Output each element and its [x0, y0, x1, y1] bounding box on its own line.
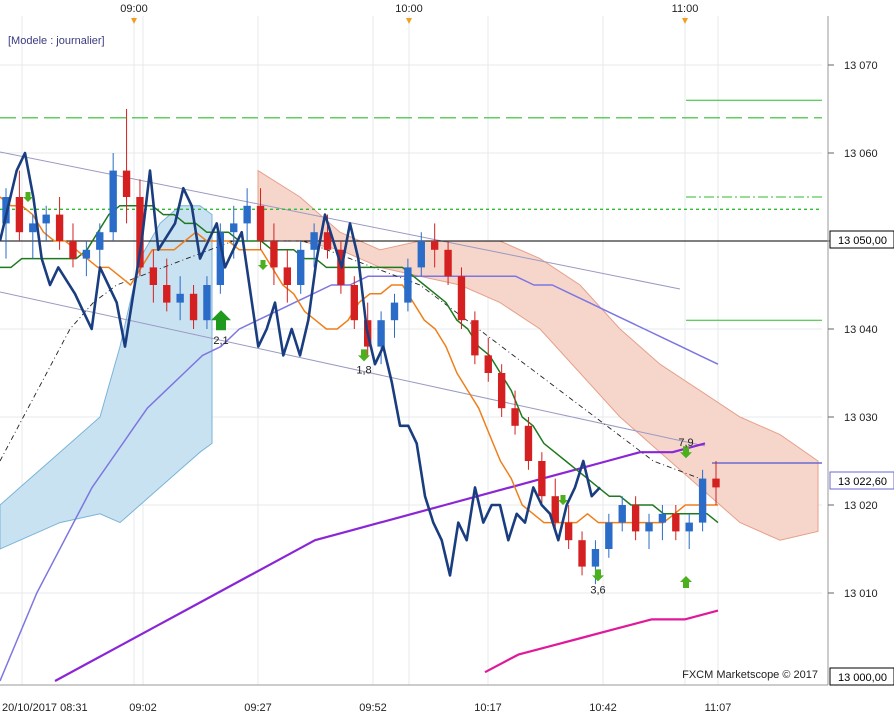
- candle-body[interactable]: [564, 522, 573, 541]
- candle-body[interactable]: [15, 197, 24, 233]
- time-label: 09:27: [244, 702, 272, 714]
- candle-body[interactable]: [497, 373, 506, 409]
- candle-body[interactable]: [698, 478, 707, 523]
- candle-body[interactable]: [256, 205, 265, 241]
- candle-body[interactable]: [109, 170, 117, 233]
- price-tick-label: 13 010: [844, 588, 878, 600]
- candle-body[interactable]: [404, 267, 412, 303]
- candle-body[interactable]: [444, 249, 452, 277]
- candle-body[interactable]: [82, 249, 91, 259]
- candle-body[interactable]: [578, 540, 586, 567]
- price-chart[interactable]: 2,1 1,8 3,6 7,9 09:00 10:00 11:00 [Modele :…: [0, 0, 894, 720]
- signal-label: 7,9: [678, 437, 693, 449]
- top-time-label: 09:00: [120, 3, 148, 15]
- top-time-label: 11:00: [672, 3, 699, 15]
- time-label: 09:02: [129, 702, 157, 714]
- signal-label: 2,1: [213, 335, 228, 347]
- candle-body[interactable]: [55, 214, 64, 241]
- candle-body[interactable]: [310, 232, 318, 250]
- price-tick-label: 13 060: [844, 148, 878, 160]
- price-tick-label: 13 030: [844, 412, 878, 424]
- candle-body[interactable]: [189, 293, 198, 321]
- signal-label: 3,6: [590, 584, 605, 596]
- candle-body[interactable]: [631, 505, 640, 532]
- time-label: 11:07: [705, 702, 732, 714]
- candle-body[interactable]: [203, 285, 211, 321]
- candle-body[interactable]: [390, 302, 399, 321]
- candle-body[interactable]: [484, 355, 492, 373]
- time-label: 20/10/2017 08:31: [2, 702, 88, 714]
- signal-label: 1,8: [356, 364, 371, 376]
- candle-body[interactable]: [618, 505, 626, 523]
- price-tag: 13 022,60: [838, 476, 887, 488]
- candle-body[interactable]: [29, 223, 37, 233]
- candle-body[interactable]: [243, 205, 251, 224]
- candle-body[interactable]: [524, 425, 533, 461]
- candle-body[interactable]: [685, 522, 693, 532]
- candle-body[interactable]: [591, 549, 600, 567]
- candle-body[interactable]: [511, 408, 519, 426]
- candle-body[interactable]: [163, 285, 171, 303]
- price-tag: 13 050,00: [838, 235, 887, 247]
- watermark: FXCM Marketscope © 2017: [682, 669, 818, 681]
- candle-body[interactable]: [122, 170, 131, 197]
- time-label: 10:17: [474, 702, 502, 714]
- candle-body[interactable]: [645, 522, 653, 532]
- price-tick-label: 13 070: [844, 60, 878, 72]
- candle-body[interactable]: [230, 223, 238, 233]
- candle-body[interactable]: [605, 522, 613, 549]
- candle-body[interactable]: [270, 241, 278, 268]
- candle-body[interactable]: [42, 214, 50, 224]
- candle-body[interactable]: [96, 232, 104, 250]
- price-tick-label: 13 020: [844, 500, 878, 512]
- candle-body[interactable]: [658, 513, 667, 523]
- candle-body[interactable]: [538, 461, 546, 497]
- candle-body[interactable]: [712, 478, 720, 488]
- price-tag: 13 000,00: [838, 672, 887, 684]
- candle-body[interactable]: [672, 513, 680, 532]
- time-label: 09:52: [359, 702, 387, 714]
- candle-body[interactable]: [350, 285, 358, 321]
- price-tick-label: 13 040: [844, 324, 878, 336]
- candle-body[interactable]: [377, 320, 385, 347]
- candle-body[interactable]: [417, 241, 425, 268]
- model-label: [Modele : journalier]: [8, 35, 105, 47]
- candle-body[interactable]: [297, 249, 305, 285]
- candle-body[interactable]: [176, 293, 184, 303]
- candle-body[interactable]: [69, 241, 77, 259]
- candle-body[interactable]: [471, 320, 479, 356]
- candle-body[interactable]: [149, 267, 158, 285]
- candle-body[interactable]: [283, 267, 292, 285]
- candle-body[interactable]: [430, 241, 439, 250]
- top-time-label: 10:00: [395, 3, 423, 15]
- candle-body[interactable]: [457, 276, 466, 321]
- time-label: 10:42: [589, 702, 617, 714]
